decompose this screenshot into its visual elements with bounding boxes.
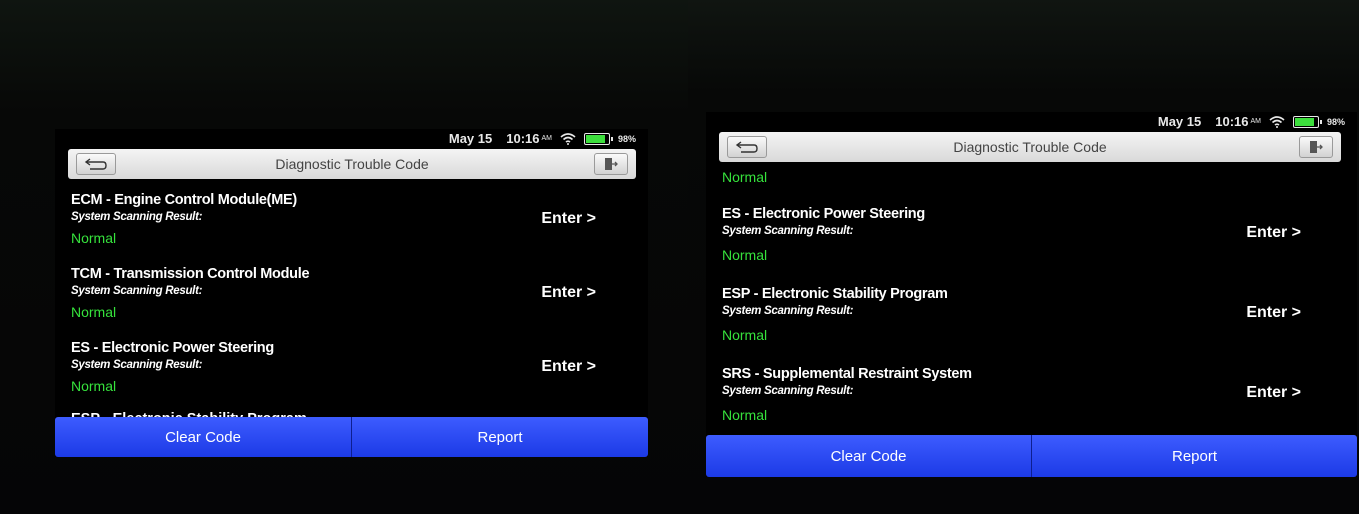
back-arrow-icon [84,158,107,170]
module-item[interactable]: ECM - Engine Control Module(ME) System S… [55,190,648,264]
status-time: 10:16 [506,131,540,146]
title-bar: Diagnostic Trouble Code [68,149,636,179]
status-ampm: AM [1250,118,1261,125]
battery-icon [1292,115,1322,128]
exit-icon [1310,141,1323,153]
status-date: May 15 [448,131,493,146]
back-button[interactable] [727,136,767,158]
enter-button[interactable]: Enter > [541,210,596,228]
enter-button[interactable]: Enter > [541,358,596,376]
status-time: 10:16 [1215,114,1249,129]
exit-icon [605,158,618,170]
device-screen-left: May 15 10:16 AM 98% Diagnostic Trouble C… [55,129,648,457]
enter-button[interactable]: Enter > [541,284,596,302]
report-button[interactable]: Report [351,417,648,457]
exit-button[interactable] [1299,136,1333,158]
status-ampm: AM [541,135,552,142]
scan-result-label: System Scanning Result: [722,305,854,317]
module-name: ES - Electronic Power Steering [722,206,925,222]
title-bar: Diagnostic Trouble Code [719,132,1341,162]
wifi-icon [560,132,576,145]
scan-result-label: System Scanning Result: [722,225,854,237]
module-list: ECM - Engine Control Module(ME) System S… [55,190,648,412]
scan-result-value: Normal [722,327,768,343]
scan-result-value: Normal [722,407,768,423]
status-battery-percent: 98% [617,133,636,144]
module-item[interactable]: ES - Electronic Power Steering System Sc… [55,338,648,412]
report-button[interactable]: Report [1031,435,1357,477]
enter-button[interactable]: Enter > [1246,384,1301,402]
page-title: Diagnostic Trouble Code [275,156,429,172]
bottom-action-bar: Clear Code Report [706,435,1357,477]
module-item[interactable]: ES - Electronic Power Steering System Sc… [706,204,1357,284]
module-list: ES - Electronic Power Steering System Sc… [706,204,1357,444]
clear-code-button[interactable]: Clear Code [55,417,351,457]
scan-result-label: System Scanning Result: [71,285,203,297]
page-title: Diagnostic Trouble Code [953,139,1107,155]
scan-result-value-partial: Normal [722,169,768,185]
scan-result-value: Normal [71,230,117,246]
status-date: May 15 [1157,114,1202,129]
clear-code-button[interactable]: Clear Code [706,435,1031,477]
scan-result-label: System Scanning Result: [71,211,203,223]
scan-result-value: Normal [71,378,117,394]
enter-button[interactable]: Enter > [1246,304,1301,322]
status-battery-percent: 98% [1326,116,1345,127]
scan-result-label: System Scanning Result: [722,385,854,397]
back-arrow-icon [735,141,758,153]
device-screen-right: May 15 10:16 AM 98% Diagnostic Trouble C… [706,112,1357,477]
scan-result-value: Normal [722,247,768,263]
module-name: ECM - Engine Control Module(ME) [71,192,297,208]
enter-button[interactable]: Enter > [1246,224,1301,242]
module-name: ESP - Electronic Stability Program [722,286,948,302]
scan-result-label: System Scanning Result: [71,359,203,371]
module-name: ES - Electronic Power Steering [71,340,274,356]
bottom-action-bar: Clear Code Report [55,417,648,457]
battery-icon [583,132,613,145]
scan-result-value: Normal [71,304,117,320]
wifi-icon [1269,115,1285,128]
module-item[interactable]: SRS - Supplemental Restraint System Syst… [706,364,1357,444]
module-name: TCM - Transmission Control Module [71,266,310,282]
module-name: SRS - Supplemental Restraint System [722,366,972,382]
status-bar: May 15 10:16 AM 98% [706,112,1357,131]
module-item[interactable]: ESP - Electronic Stability Program Syste… [706,284,1357,364]
back-button[interactable] [76,153,116,175]
status-bar: May 15 10:16 AM 98% [55,129,648,148]
exit-button[interactable] [594,153,628,175]
module-item[interactable]: TCM - Transmission Control Module System… [55,264,648,338]
